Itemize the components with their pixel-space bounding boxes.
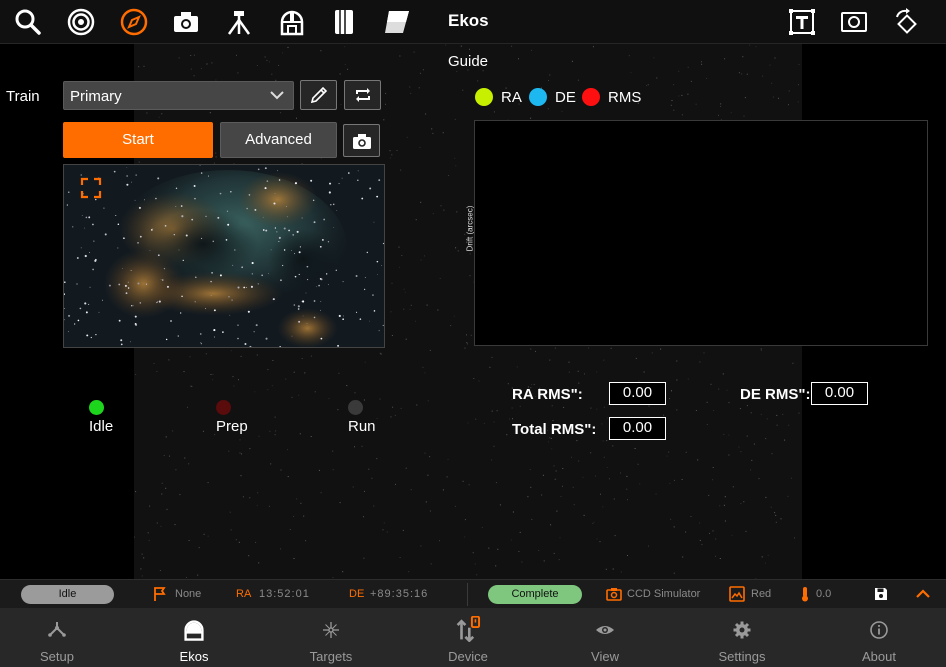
flag-icon (154, 587, 166, 601)
camera-icon (606, 588, 622, 601)
nav-view[interactable]: View (550, 608, 660, 667)
top-toolbar: Ekos (0, 0, 946, 44)
camera-icon (352, 133, 371, 149)
setup-icon (48, 622, 66, 637)
chevron-up-icon[interactable] (915, 586, 931, 602)
stage-label-run: Run (348, 418, 376, 435)
de-rms-value: 0.00 (811, 382, 868, 405)
nav-about[interactable]: About (824, 608, 934, 667)
temperature-value: 0.0 (816, 588, 832, 600)
legend-dot-ra (475, 88, 493, 106)
chevron-down-icon (270, 91, 284, 100)
nav-label-view: View (591, 649, 619, 664)
flat-panel-icon[interactable] (381, 6, 413, 38)
observatory-icon[interactable] (276, 6, 308, 38)
nav-label-device: Device (448, 649, 488, 664)
guide-title: Guide (448, 53, 489, 70)
stage-label-prep: Prep (216, 418, 248, 435)
ra-key: RA (236, 588, 252, 600)
tripod-icon[interactable] (223, 6, 255, 38)
stage-dot-run (348, 400, 363, 415)
targets-icon (323, 622, 339, 638)
capture-status-pill: Complete (488, 585, 582, 604)
start-button[interactable]: Start (63, 122, 213, 158)
bottom-navigation: Setup Ekos Targets Device View Settings … (0, 608, 946, 667)
capture-button[interactable] (343, 124, 380, 157)
nav-ekos[interactable]: Ekos (139, 608, 249, 667)
rotate-icon[interactable] (891, 6, 923, 38)
settings-icon (733, 621, 751, 639)
fullscreen-icon[interactable] (79, 176, 103, 200)
advanced-button[interactable]: Advanced (220, 122, 337, 158)
device-icon (456, 616, 481, 642)
guide-frame-preview[interactable] (63, 164, 385, 348)
guide-status-pill: Idle (21, 585, 114, 604)
status-divider (467, 583, 468, 606)
legend-label-de: DE (555, 89, 576, 106)
legend-label-rms: RMS (608, 89, 642, 106)
nav-device[interactable]: Device (413, 608, 523, 667)
compass-icon[interactable] (118, 6, 150, 38)
view-icon (596, 626, 614, 634)
nav-label-about: About (862, 649, 896, 664)
legend-dot-de (529, 88, 547, 106)
drift-plot (474, 120, 928, 346)
logbook-icon[interactable] (328, 6, 360, 38)
text-overlay-icon[interactable] (786, 6, 818, 38)
nav-label-ekos: Ekos (179, 649, 209, 664)
search-icon[interactable] (12, 6, 44, 38)
ra-rms-value: 0.00 (609, 382, 666, 405)
de-key: DE (349, 588, 365, 600)
ra-value: 13:52:01 (259, 588, 310, 600)
about-icon (870, 621, 888, 639)
legend-label-ra: RA (501, 89, 522, 106)
app-title: Ekos (448, 11, 489, 30)
target-icon[interactable] (65, 6, 97, 38)
edit-train-button[interactable] (300, 80, 337, 110)
pencil-icon (310, 86, 327, 104)
target-name: None (175, 588, 202, 600)
total-rms-label: Total RMS": (512, 421, 597, 438)
ekos-icon (184, 620, 204, 641)
filter-name: Red (751, 588, 772, 600)
train-select[interactable]: Primary (63, 81, 294, 110)
train-label: Train (6, 88, 40, 105)
nav-label-setup: Setup (40, 649, 74, 664)
nav-label-targets: Targets (309, 649, 353, 664)
stage-dot-prep (216, 400, 231, 415)
stage-dot-idle (89, 400, 104, 415)
reset-train-button[interactable] (344, 80, 381, 110)
repeat-icon (355, 88, 370, 102)
nebula-image (64, 165, 384, 347)
nav-label-settings: Settings (718, 649, 766, 664)
total-rms-value: 0.00 (609, 417, 666, 440)
train-selected-value: Primary (70, 88, 122, 105)
filter-image-icon (729, 586, 745, 602)
nav-targets[interactable]: Targets (276, 608, 386, 667)
legend-dot-rms (582, 88, 600, 106)
de-value: +89:35:16 (370, 588, 429, 600)
ra-rms-label: RA RMS": (512, 386, 583, 403)
stage-label-idle: Idle (89, 418, 114, 435)
nav-settings[interactable]: Settings (687, 608, 797, 667)
de-rms-label: DE RMS": (740, 386, 811, 403)
camera-icon[interactable] (170, 6, 202, 38)
thermometer-icon (802, 587, 808, 602)
nav-setup[interactable]: Setup (2, 608, 112, 667)
save-icon[interactable] (873, 586, 889, 602)
screenshot-icon[interactable] (838, 6, 870, 38)
status-bar: Idle None RA 13:52:01 DE +89:35:16 Compl… (0, 579, 946, 608)
camera-name: CCD Simulator (627, 588, 701, 600)
